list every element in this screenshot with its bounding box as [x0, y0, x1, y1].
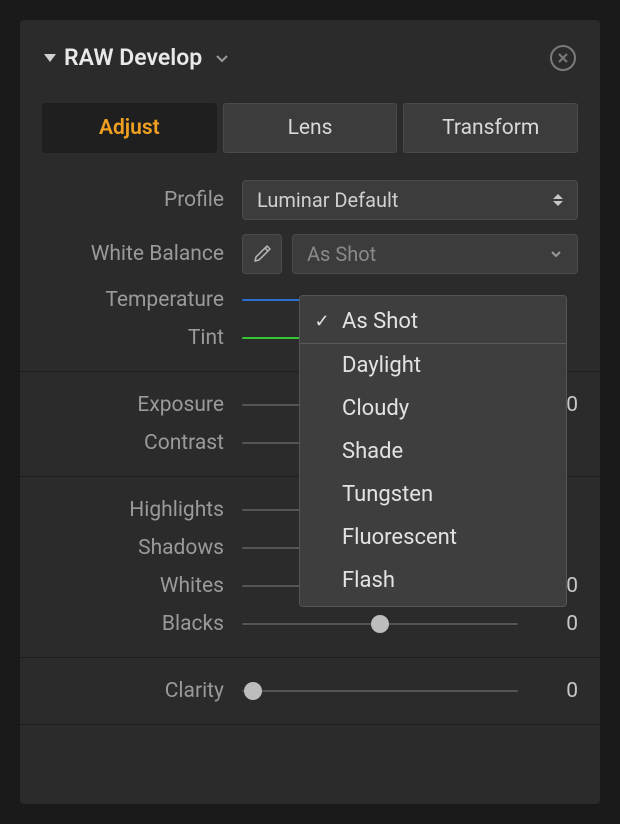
panel-header: RAW Develop — [20, 30, 600, 89]
wb-option-daylight[interactable]: Daylight — [300, 344, 566, 387]
panel-title-group[interactable]: RAW Develop — [44, 44, 230, 71]
wb-option-as-shot[interactable]: ✓ As Shot — [300, 300, 566, 343]
tab-transform[interactable]: Transform — [403, 103, 578, 153]
contrast-label: Contrast — [42, 431, 242, 455]
clarity-label: Clarity — [42, 679, 242, 703]
blacks-label: Blacks — [42, 612, 242, 636]
wb-option-cloudy[interactable]: Cloudy — [300, 387, 566, 430]
panel-title: RAW Develop — [64, 44, 202, 71]
check-icon: ✓ — [312, 311, 332, 332]
close-icon — [557, 52, 569, 64]
white-balance-row: White Balance As Shot — [20, 227, 600, 281]
exposure-label: Exposure — [42, 393, 242, 417]
clarity-value: 0 — [528, 679, 578, 703]
tab-adjust[interactable]: Adjust — [42, 103, 217, 153]
wb-option-fluorescent[interactable]: Fluorescent — [300, 516, 566, 559]
profile-label: Profile — [42, 188, 242, 212]
collapse-icon — [44, 54, 56, 62]
blacks-row: Blacks 0 — [20, 605, 600, 643]
white-balance-label: White Balance — [42, 242, 242, 266]
blacks-slider[interactable] — [242, 623, 518, 625]
wb-option-shade[interactable]: Shade — [300, 430, 566, 473]
wb-option-flash[interactable]: Flash — [300, 559, 566, 602]
blacks-value: 0 — [528, 612, 578, 636]
white-balance-select[interactable]: As Shot — [292, 234, 578, 274]
stepper-icon — [553, 194, 563, 206]
profile-row: Profile Luminar Default — [20, 173, 600, 227]
highlights-label: Highlights — [42, 498, 242, 522]
tab-lens[interactable]: Lens — [223, 103, 398, 153]
white-balance-selected: As Shot — [307, 242, 376, 266]
temperature-label: Temperature — [42, 288, 242, 312]
tab-bar: Adjust Lens Transform — [20, 89, 600, 173]
profile-select[interactable]: Luminar Default — [242, 180, 578, 220]
clarity-slider[interactable] — [242, 690, 518, 692]
raw-develop-panel: RAW Develop Adjust Lens Transform Profil… — [20, 20, 600, 804]
section-divider — [20, 724, 600, 725]
chevron-down-icon — [214, 50, 230, 66]
eyedropper-button[interactable] — [242, 234, 282, 274]
profile-selected: Luminar Default — [257, 188, 398, 212]
white-balance-dropdown: ✓ As Shot Daylight Cloudy Shade Tungsten… — [299, 295, 567, 607]
close-button[interactable] — [550, 45, 576, 71]
clarity-row: Clarity 0 — [20, 672, 600, 710]
tint-label: Tint — [42, 326, 242, 350]
wb-option-tungsten[interactable]: Tungsten — [300, 473, 566, 516]
whites-label: Whites — [42, 574, 242, 598]
section-divider — [20, 657, 600, 658]
eyedropper-icon — [252, 244, 272, 264]
chevron-down-icon — [549, 247, 563, 261]
shadows-label: Shadows — [42, 536, 242, 560]
